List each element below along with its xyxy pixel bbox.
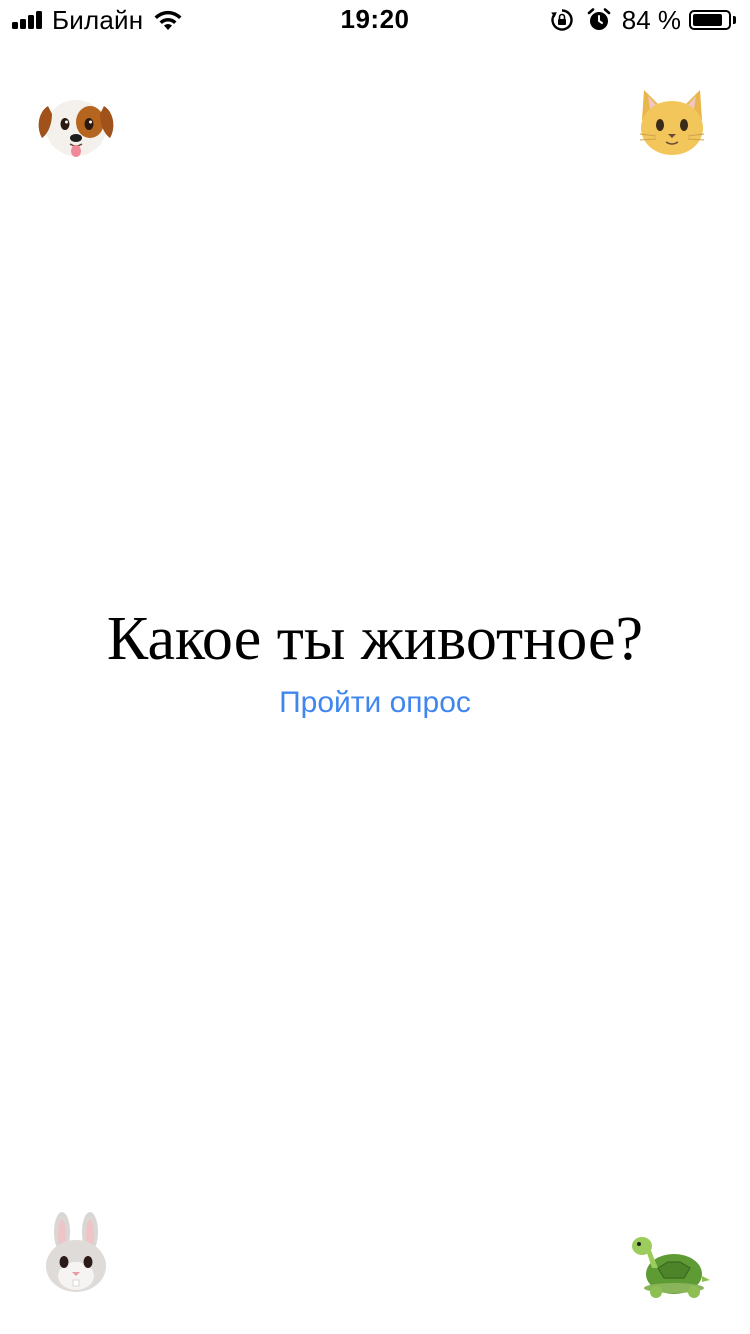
turtle-icon (628, 1224, 712, 1308)
cat-icon (630, 80, 714, 164)
question-heading: Какое ты животное? (106, 605, 644, 673)
status-bar: Билайн 19:20 84 % (0, 0, 750, 40)
battery-level (693, 14, 722, 26)
battery-icon (689, 10, 731, 30)
take-survey-button[interactable]: Пройти опрос (279, 680, 471, 726)
battery-percentage: 84 % (621, 4, 681, 35)
dog-icon (34, 84, 118, 168)
rotation-lock-icon (550, 9, 573, 31)
alarm-icon (587, 8, 611, 30)
rabbit-icon (34, 1212, 118, 1296)
main-content: Какое ты животное? Пройти опрос (0, 598, 750, 726)
status-bar-right: 84 % (550, 4, 736, 35)
battery-tip (733, 16, 736, 24)
